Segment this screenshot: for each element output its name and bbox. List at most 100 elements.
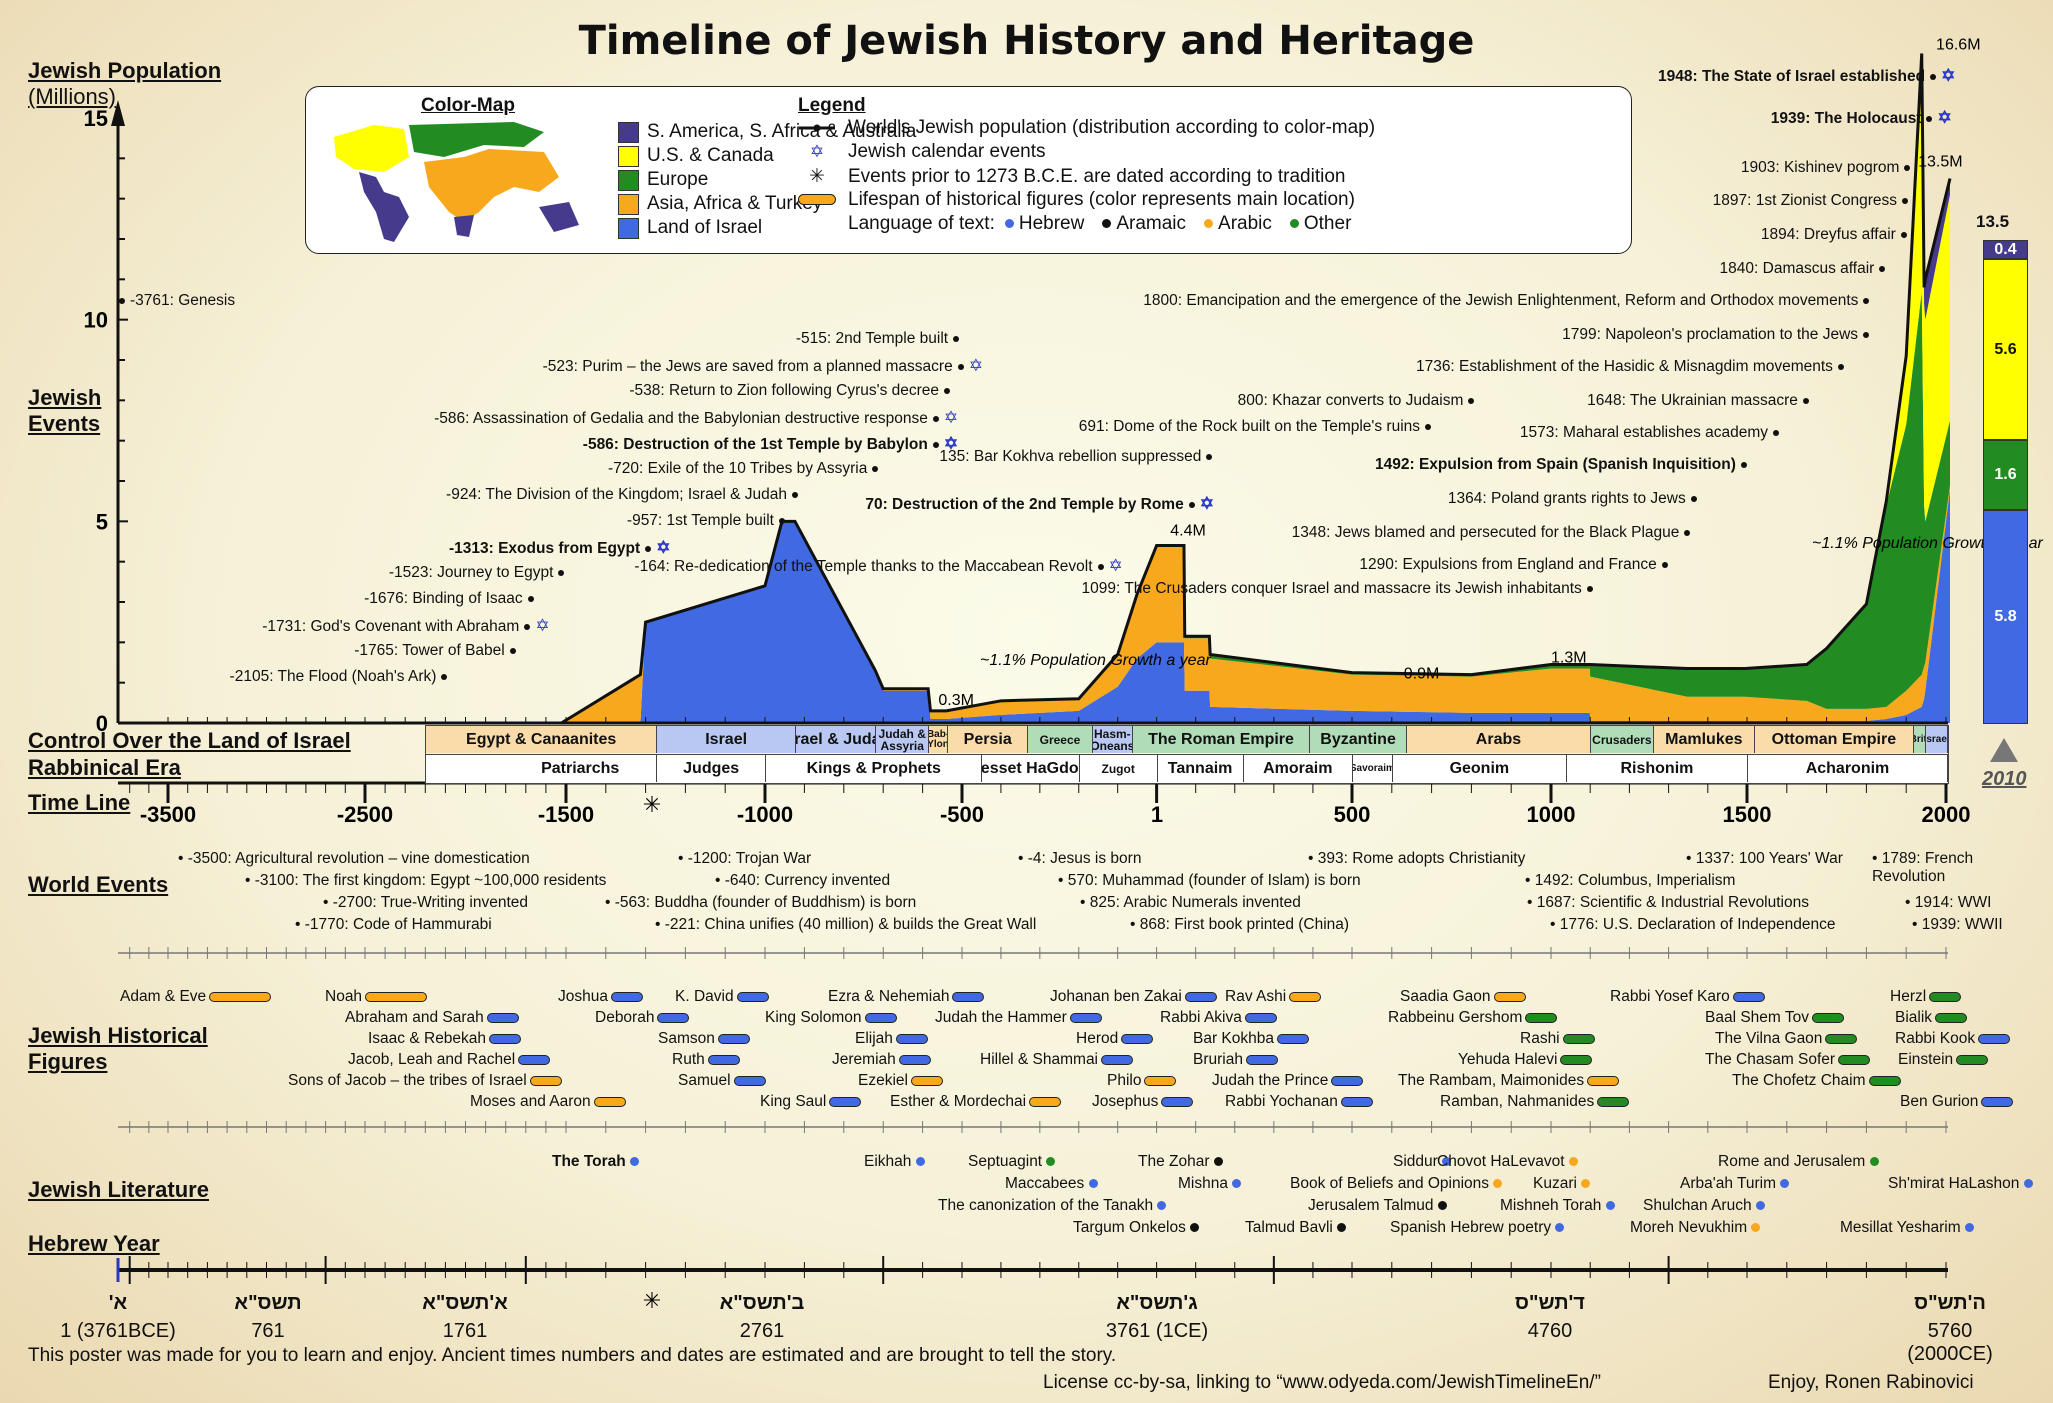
control-band: Arabs [1407,726,1591,753]
y-tick-label: 10 [84,308,108,333]
jewish-event-label: 691: Dome of the Rock built on the Templ… [1078,418,1421,435]
literature-item: Spanish Hebrew poetry [1390,1219,1565,1237]
figure-name: Baal Shem Tov [1705,1009,1809,1026]
figure-name: Adam & Eve [120,988,207,1005]
jewish-event: 1348: Jews blamed and persecuted for the… [1292,524,1696,542]
lifespan-pill-icon [1144,1076,1177,1086]
population-annotation: 1.3M [1551,650,1587,667]
rabbinical-band: Savoraim [1353,755,1393,782]
world-event: • -640: Currency invented [715,872,891,889]
world-event: • 1914: WWI [1905,894,1992,911]
event-dot-icon [944,387,951,394]
jewish-event-label: -1523: Journey to Egypt [388,564,554,581]
jewish-event-label: -1313: Exodus from Egypt [448,540,641,557]
figure-name: Bruriah [1193,1051,1243,1068]
timeline-tick-label: 1 [1151,802,1163,827]
historical-figure: The Chasam Sofer [1705,1051,1871,1069]
literature-title: Jerusalem Talmud [1308,1197,1438,1214]
event-dot-icon [1661,561,1668,568]
control-band: Brit. [1913,726,1927,753]
language-dot-icon [630,1157,640,1167]
timeline-tick-label: -1500 [538,802,594,827]
event-dot-icon [1863,297,1870,304]
jewish-event-label: 135: Bar Kokhva rebellion suppressed [939,448,1202,465]
language-dot-icon [1232,1179,1242,1189]
jewish-event: -1765: Tower of Babel [354,642,521,660]
event-dot-icon [119,297,125,304]
star-of-david-icon: ✡ [1199,494,1214,513]
hebrew-year-label: ג'תשס"א [1116,1292,1198,1314]
literature-item: The canonization of the Tanakh [938,1197,1167,1215]
literature-title: Kuzari [1533,1175,1582,1192]
timeline-tick-label: 2000 [1922,802,1971,827]
historical-figure: Rav Ashi [1225,988,1322,1006]
figure-name: Moses and Aaron [470,1093,591,1110]
historical-figure: Yehuda Halevi [1458,1051,1593,1069]
language-dot-icon [1751,1223,1761,1233]
language-dot-icon [1869,1157,1879,1167]
lifespan-pill-icon [1161,1097,1194,1107]
figure-name: Rabbi Akiva [1160,1009,1242,1026]
hebrew-year-label: ב'תשס"א [719,1292,805,1314]
event-dot-icon [1468,397,1475,404]
historical-figure: Bruriah [1193,1051,1278,1069]
event-dot-icon [1188,501,1195,508]
rabbinical-band: Zugot [1080,755,1158,782]
literature-title: The canonization of the Tanakh [938,1197,1158,1214]
event-dot-icon [1586,585,1593,592]
jewish-event-label: -2105: The Flood (Noah's Ark) [229,668,437,685]
event-dot-icon [527,595,534,602]
timeline-tick-label: -1000 [737,802,793,827]
jewish-event-label: 1099: The Crusaders conquer Israel and m… [1081,580,1582,597]
literature-item: Mishneh Torah [1500,1197,1615,1215]
jewish-event: -164: Re-dedication of the Temple thanks… [634,556,1122,576]
world-event: • 1687: Scientific & Industrial Revoluti… [1527,894,1809,911]
literature-item: Sh'mirat HaLashon [1888,1175,2033,1193]
event-dot-icon [1684,529,1691,536]
event-dot-icon [932,415,939,422]
world-event: • -3500: Agricultural revolution – vine … [178,850,530,867]
historical-figure: Philo [1107,1072,1177,1090]
figure-name: Einstein [1898,1051,1954,1068]
jewish-event: 1099: The Crusaders conquer Israel and m… [1082,580,1598,598]
historical-figure: Einstein [1898,1051,1989,1069]
lifespan-pill-icon [1838,1055,1871,1065]
world-event: • 825: Arabic Numerals invented [1080,894,1301,911]
event-dot-icon [1930,73,1937,80]
lifespan-pill-icon [1184,992,1217,1002]
jewish-event-label: -586: Assassination of Gedalia and the B… [434,410,928,427]
jewish-event-label: -924: The Division of the Kingdom; Israe… [446,486,787,503]
historical-figure: Noah [325,988,428,1006]
lifespan-pill-icon [1825,1034,1858,1044]
historical-figure: King Saul [760,1093,862,1111]
event-dot-icon [558,569,565,576]
lifespan-pill-icon [1560,1055,1593,1065]
star-of-david-icon: ✡ [535,616,550,635]
literature-title: Book of Beliefs and Opinions [1290,1175,1494,1192]
y-tick-label: 15 [84,106,108,131]
figure-name: Ezra & Nehemiah [828,988,950,1005]
y-tick-label: 5 [96,509,108,534]
historical-figure: Esther & Mordechai [890,1093,1062,1111]
world-event: • -2700: True-Writing invented [323,894,529,911]
figure-name: The Vilna Gaon [1715,1030,1823,1047]
historical-figure: Johanan ben Zakai [1050,988,1217,1006]
footer-license: License cc-by-sa, linking to “www.odyeda… [1043,1372,1601,1393]
jewish-event-label: 1290: Expulsions from England and France [1359,556,1657,573]
lifespan-pill-icon [898,1055,931,1065]
event-dot-icon [645,545,652,552]
literature-item: Septuagint [968,1153,1056,1171]
figure-name: Elijah [855,1030,893,1047]
literature-item: Mesillat Yesharim [1840,1219,1974,1237]
figure-name: Ruth [672,1051,705,1068]
control-band: The Roman Empire [1133,726,1310,753]
literature-item: Targum Onkelos [1073,1219,1200,1237]
hebrew-year-label: א' [108,1292,128,1314]
figure-name: Deborah [595,1009,655,1026]
event-dot-icon [791,491,798,498]
breakdown-segment: 5.6 [1983,259,2028,440]
lifespan-pill-icon [657,1013,690,1023]
lifespan-pill-icon [1929,992,1962,1002]
lifespan-pill-icon [736,992,769,1002]
historical-figure: Saadia Gaon [1400,988,1526,1006]
